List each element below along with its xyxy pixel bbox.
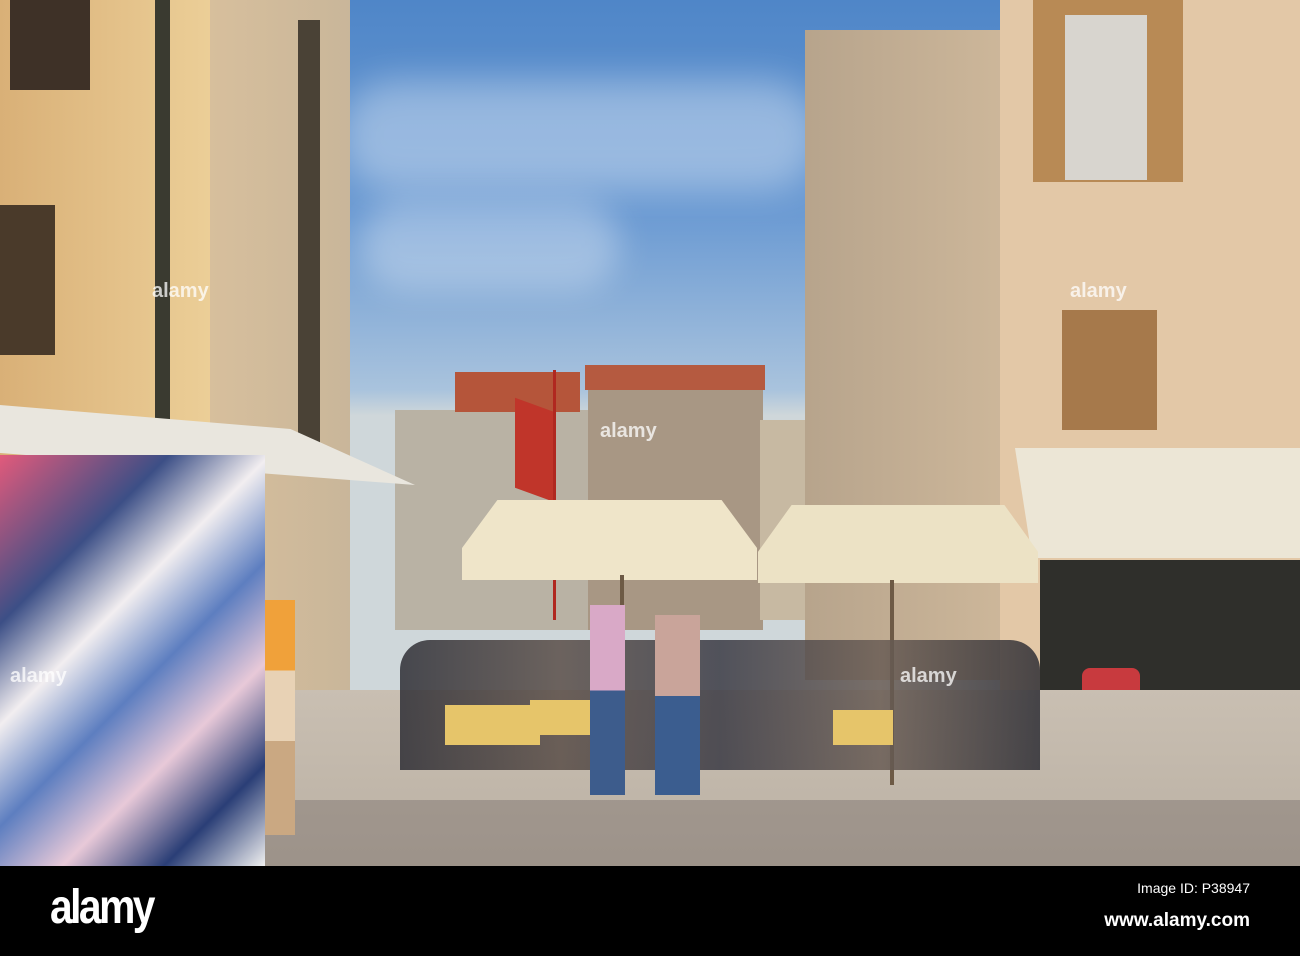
shadow (250, 800, 1300, 866)
watermark-text: alamy (152, 280, 209, 302)
cafe-umbrella (462, 500, 757, 580)
table (445, 705, 540, 745)
watermark-text: alamy (900, 665, 957, 687)
watermark-text: alamy (600, 420, 657, 442)
person-pink-top (590, 605, 625, 795)
awning (1015, 448, 1300, 558)
site-url[interactable]: www.alamy.com (1104, 910, 1250, 932)
venice-street-photo: alamy alamy alamy alamy alamy (0, 0, 1300, 866)
table (833, 710, 893, 745)
window (10, 0, 90, 90)
image-id: Image ID: P38947 (1137, 880, 1250, 896)
flag (515, 397, 555, 503)
cloud (360, 200, 620, 290)
watermark-text: alamy (10, 665, 67, 687)
shutter (298, 20, 320, 460)
shutter (155, 0, 170, 440)
clothing-rack (0, 455, 265, 866)
table (530, 700, 590, 735)
roof (585, 365, 765, 390)
cafe-umbrella (758, 505, 1038, 583)
watermark-text: alamy (1070, 280, 1127, 302)
window (0, 205, 55, 355)
cloud (340, 80, 820, 190)
window-shuttered (1062, 310, 1157, 430)
flagpole (553, 370, 556, 620)
watermark-footer: alamy Image ID: P38947 www.alamy.com (0, 866, 1300, 956)
alamy-logo[interactable]: alamy (50, 880, 155, 935)
person-standing (655, 615, 700, 795)
window (1065, 15, 1147, 180)
